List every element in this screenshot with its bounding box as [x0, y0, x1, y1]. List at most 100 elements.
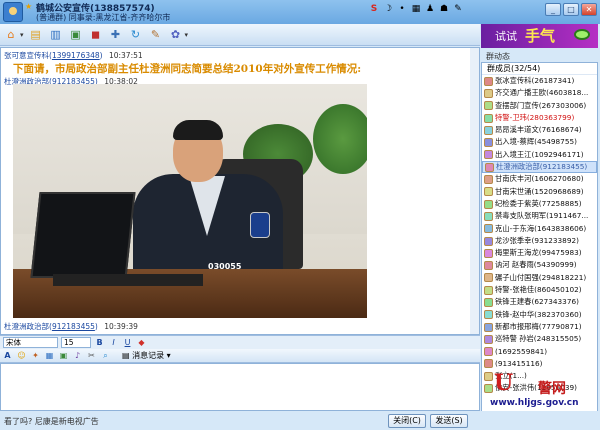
member-item[interactable]: 纪检委于紫英(77258885): [482, 198, 597, 210]
tool-icon[interactable]: ✎: [452, 3, 464, 15]
member-item[interactable]: 梅里斯王海龙(99475983): [482, 247, 597, 259]
moon-icon[interactable]: ☽: [382, 3, 394, 15]
member-avatar-icon: [484, 347, 493, 357]
bold-icon[interactable]: B: [94, 337, 105, 348]
close-button[interactable]: 关闭(C): [388, 414, 426, 428]
message-history-label: 消息记录: [132, 351, 165, 360]
group-avatar-icon[interactable]: [3, 2, 23, 22]
gift-icon[interactable]: ◼: [88, 27, 104, 43]
maximize-icon[interactable]: □: [563, 3, 579, 16]
photo-plant: [313, 104, 367, 174]
announcement-text: 下面请，市局政治部副主任杜澄洲同志简要总结2010年对外宣传工作情况:: [13, 63, 362, 75]
member-name: 梅里斯王海龙(99475983): [495, 248, 582, 258]
minimize-icon[interactable]: _: [545, 3, 561, 16]
message-sender[interactable]: 杜澄洲政治部: [4, 322, 49, 331]
message-header: 杜澄洲政治部(912183455) 10:39:39: [4, 322, 138, 331]
magic-emoji-icon[interactable]: ✦: [30, 350, 41, 361]
search-icon[interactable]: ⌕: [100, 350, 111, 361]
shake-icon[interactable]: ▦: [44, 350, 55, 361]
message-input[interactable]: [0, 363, 480, 411]
member-item[interactable]: 特警-张艳佳(860450102): [482, 284, 597, 296]
apps-icon[interactable]: ✿: [168, 27, 184, 43]
font-icon[interactable]: A: [2, 350, 13, 361]
member-avatar-icon: [484, 211, 493, 221]
group-dynamics-label[interactable]: 群动态: [486, 51, 510, 62]
message-sender-qq[interactable]: 912183455: [52, 322, 95, 331]
music-icon[interactable]: ♪: [72, 350, 83, 361]
member-item[interactable]: 铁锋王建春(627343376): [482, 296, 597, 308]
member-item[interactable]: 特警-卫玮(280363799): [482, 112, 597, 124]
member-name: 昂昂溪丰道文(76168674): [495, 125, 582, 135]
member-item[interactable]: 克山-于东海(1643838606): [482, 223, 597, 235]
message-header: 张可意宣传科(1399176348) 10:37:51: [4, 51, 143, 60]
member-item[interactable]: 张冰宣传科(26187341): [482, 75, 597, 87]
font-select[interactable]: 宋体: [3, 337, 58, 348]
ime-tray: S ☽ • ▦ ♟ ☗ ✎: [368, 3, 464, 17]
tasks-icon[interactable]: ✎: [148, 27, 164, 43]
bottom-ad-link[interactable]: 看了吗? 尼康是新电视广告: [4, 416, 99, 427]
chat-toolbar: ⌂ ▾ ▤ ▥ ▣ ◼ ✚ ↻ ✎ ✿ ▾: [0, 24, 480, 46]
member-item[interactable]: 出入境王江(1092946171): [482, 149, 597, 161]
police-web-logo: U 警网 www.hljgs.gov.cn: [486, 370, 596, 412]
settings-icon[interactable]: ✚: [108, 27, 124, 43]
members-header[interactable]: 群成员(32/54): [482, 63, 597, 75]
color-icon[interactable]: ◆: [136, 337, 147, 348]
home-icon[interactable]: ⌂: [3, 27, 19, 43]
member-item[interactable]: 昂昂溪丰道文(76168674): [482, 124, 597, 136]
italic-icon[interactable]: I: [108, 337, 119, 348]
member-item[interactable]: 查摆部门宣传(267303006): [482, 100, 597, 112]
emoji-icon[interactable]: ☺: [16, 350, 27, 361]
officer-photo[interactable]: 030055: [13, 84, 367, 318]
member-item[interactable]: 讷河 赵春雨(54390999): [482, 259, 597, 271]
member-name: 巡特警 孙岩(248315505): [495, 334, 582, 344]
member-name: 新都市报邢梅(77790871): [495, 321, 582, 331]
member-item[interactable]: 新都市报邢梅(77790871): [482, 321, 597, 333]
title-bar[interactable]: ★ 鹤城公安宣传(138857574) (普通群) 同事录:黑龙江省-齐齐哈尔市…: [0, 0, 600, 24]
member-avatar-icon: [484, 125, 493, 135]
member-name: 讷河 赵春雨(54390999): [495, 260, 577, 270]
dot-icon[interactable]: •: [396, 3, 408, 15]
chat-history[interactable]: 张可意宣传科(1399176348) 10:37:51 下面请，市局政治部副主任…: [0, 47, 480, 335]
message-history-button[interactable]: ▤ 消息记录 ▾: [122, 350, 171, 361]
refresh-icon[interactable]: ↻: [128, 27, 144, 43]
chevron-down-icon[interactable]: ▾: [185, 31, 189, 39]
member-item[interactable]: 龙沙张季幸(931233892): [482, 235, 597, 247]
message-sender[interactable]: 张可意宣传科: [4, 51, 49, 60]
screenshot-icon[interactable]: ✂: [86, 350, 97, 361]
member-avatar-icon: [484, 359, 493, 369]
underline-icon[interactable]: U: [122, 337, 133, 348]
chevron-down-icon[interactable]: ▾: [20, 31, 24, 39]
picture-icon[interactable]: ▣: [68, 27, 84, 43]
member-item[interactable]: 禁毒支队张明军(1911467...: [482, 210, 597, 222]
member-item[interactable]: 碾子山付国强(294818221): [482, 272, 597, 284]
member-item[interactable]: 出入境-蔡辉(45498755): [482, 136, 597, 148]
ad-banner[interactable]: 试试 手气: [481, 24, 598, 48]
person-icon[interactable]: ♟: [424, 3, 436, 15]
message-sender-qq[interactable]: 1399176348: [52, 51, 100, 60]
image-icon[interactable]: ▣: [58, 350, 69, 361]
close-icon[interactable]: ✕: [581, 3, 597, 16]
member-item[interactable]: 杜澄洲政治部(912183455): [482, 161, 597, 174]
member-item[interactable]: 铁锋-赵中华(382370360): [482, 309, 597, 321]
send-button[interactable]: 发送(S): [430, 414, 468, 428]
member-avatar-icon: [485, 162, 494, 172]
message-time: 10:37:51: [108, 51, 143, 60]
member-list: 张冰宣传科(26187341) 齐交通广播王欧(4603818... 查摆部门宣传(…: [482, 75, 597, 395]
logo-letter: U: [494, 370, 514, 396]
font-size-select[interactable]: 15: [61, 337, 91, 348]
member-item[interactable]: 甘南庆丰河(1606270680): [482, 173, 597, 185]
member-item[interactable]: (1692559841): [482, 346, 597, 358]
calendar-icon[interactable]: ▥: [48, 27, 64, 43]
member-item[interactable]: (913415116): [482, 358, 597, 370]
folder-icon[interactable]: ▤: [28, 27, 44, 43]
shirt-icon[interactable]: ☗: [438, 3, 450, 15]
member-item[interactable]: 巡特警 孙岩(248315505): [482, 333, 597, 345]
logo-text: 警网: [538, 381, 566, 397]
member-avatar-icon: [484, 322, 493, 332]
member-item[interactable]: 甘南宋世涌(1520968689): [482, 186, 597, 198]
member-avatar-icon: [484, 138, 493, 148]
member-item[interactable]: 齐交通广播王欧(4603818...: [482, 87, 597, 99]
sogou-icon[interactable]: S: [368, 3, 380, 15]
keyboard-icon[interactable]: ▦: [410, 3, 422, 15]
chat-scrollbar[interactable]: [470, 48, 479, 334]
